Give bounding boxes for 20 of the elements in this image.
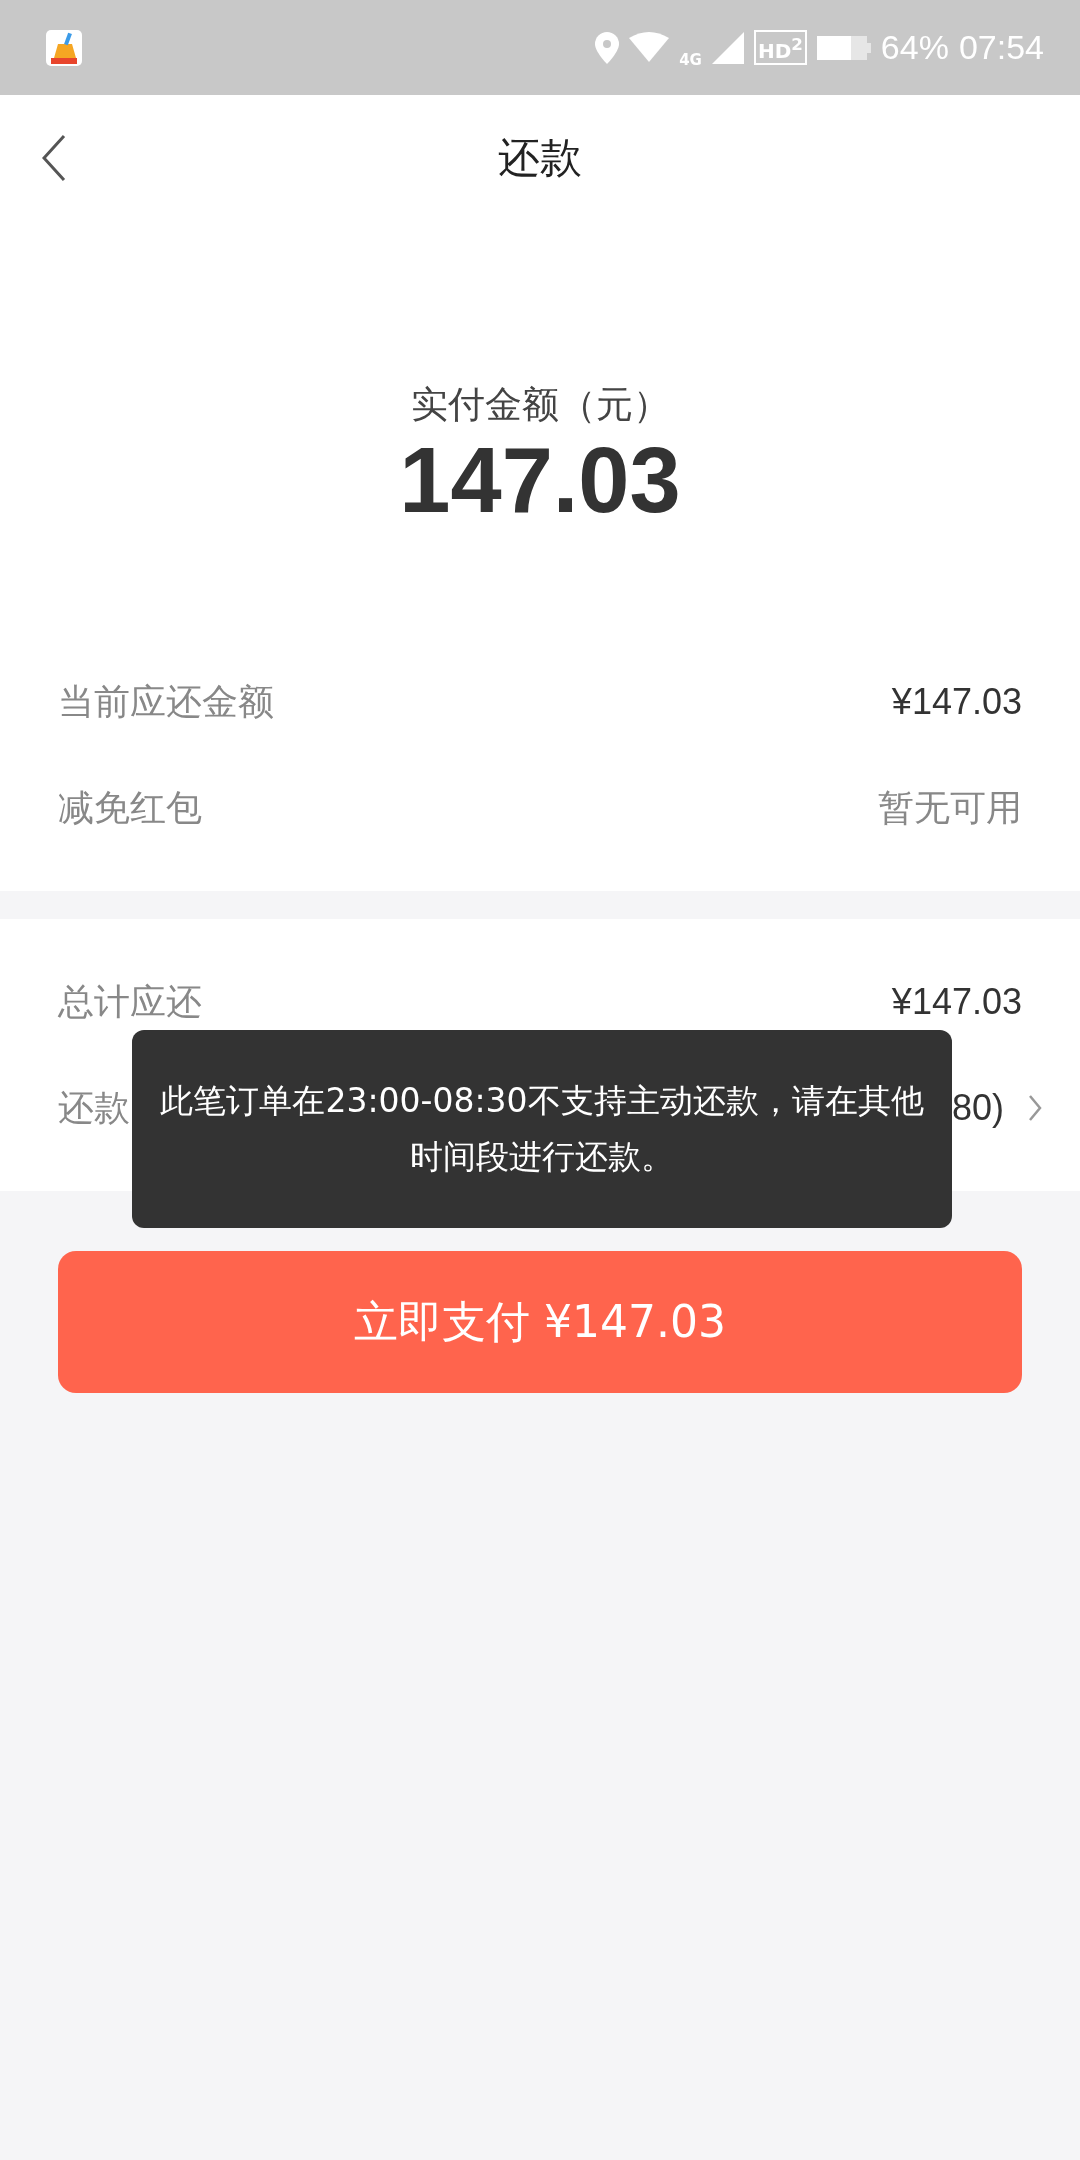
back-icon[interactable] [42, 133, 66, 182]
toast-message: 此笔订单在23:00-08:30不支持主动还款，请在其他时间段进行还款。 [132, 1030, 952, 1228]
row-label: 还款 [58, 1085, 130, 1130]
wifi-icon [629, 31, 670, 64]
broom-app-icon [46, 29, 82, 66]
signal-icon [711, 31, 744, 64]
page-title: 还款 [498, 131, 582, 184]
row-label: 当前应还金额 [58, 679, 274, 724]
chevron-icon[interactable] [1028, 1094, 1042, 1123]
row-value: 暂无可用 [878, 785, 1022, 830]
pay-button[interactable]: 立即支付 ¥147.03 [58, 1251, 1022, 1394]
amount-label: 实付金额（元） [410, 382, 670, 428]
row-value: 80) [951, 1087, 1004, 1130]
battery-icon [816, 33, 871, 62]
amount-value: 147.03 [399, 430, 681, 532]
row-value: ¥147.03 [891, 981, 1022, 1024]
location-icon [595, 31, 620, 64]
row-label: 总计应还 [58, 979, 202, 1024]
row-value: ¥147.03 [891, 681, 1022, 724]
row-label: 减免红包 [58, 785, 202, 830]
